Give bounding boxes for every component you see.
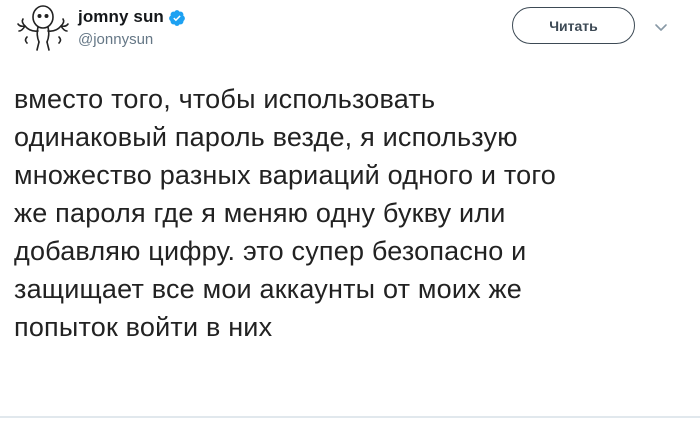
tweet-card: jomny sun @jonnysun Читать вместо того, … [0,0,700,421]
tweet-text-line: вместо того, чтобы использовать [14,84,436,114]
user-handle[interactable]: @jonnysun [78,31,186,48]
follow-button[interactable]: Читать [512,7,635,44]
display-name[interactable]: jomny sun [78,7,164,27]
author-block: jomny sun @jonnysun [78,6,186,48]
chevron-down-icon[interactable] [654,20,668,31]
tweet-text: вместо того, чтобы использовать одинаков… [14,80,684,346]
doodle-avatar-icon [17,5,69,51]
verified-badge-icon [168,9,186,27]
avatar[interactable] [14,2,72,52]
tweet-text-line: же пароля где я меняю одну букву или [14,198,506,228]
name-row: jomny sun [78,6,186,28]
tweet-text-line: множество разных вариаций одного и того [14,160,557,190]
tweet-text-line: одинаковый пароль везде, я использую [14,122,518,152]
divider [0,416,700,418]
tweet-text-line: защищает все мои аккаунты от моих же [14,274,522,304]
tweet-text-line: попыток войти в них [14,312,273,342]
tweet-text-line: добавляю цифру. это супер безопасно и [14,236,527,266]
